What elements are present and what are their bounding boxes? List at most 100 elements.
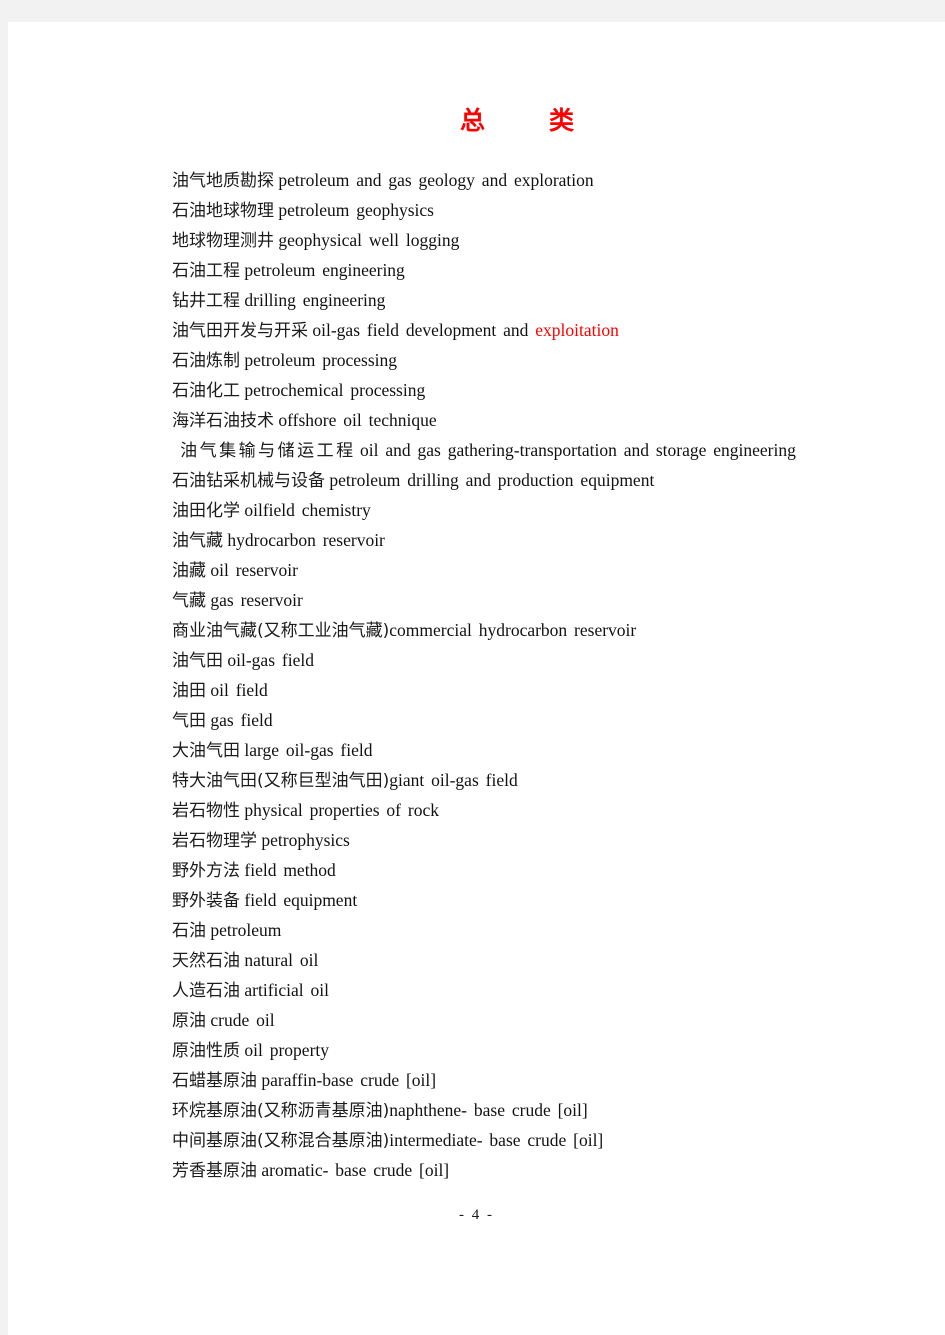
term-chinese: 油藏 <box>172 560 206 581</box>
glossary-entry: 野外装备 field equipment <box>172 886 804 916</box>
term-chinese: 地球物理测井 <box>172 230 274 251</box>
term-english: petroleum <box>210 919 282 940</box>
glossary-entry: 原油性质 oil property <box>172 1036 804 1066</box>
glossary-entry: 芳香基原油 aromatic- base crude [oil] <box>172 1156 804 1186</box>
glossary-entry: 原油 crude oil <box>172 1006 804 1036</box>
term-chinese: 野外装备 <box>172 890 240 911</box>
term-english-highlight: exploitation <box>535 319 619 340</box>
term-chinese: 钻井工程 <box>172 290 240 311</box>
term-english: oil property <box>244 1039 330 1060</box>
term-english: petroleum processing <box>244 349 398 370</box>
glossary-entry: 石油 petroleum <box>172 916 804 946</box>
term-english: hydrocarbon reservoir <box>227 529 385 550</box>
glossary-entry: 油藏 oil reservoir <box>172 556 804 586</box>
term-english: offshore oil technique <box>278 409 437 430</box>
term-english: oil-gas field <box>227 649 314 670</box>
glossary-entry: 油气田 oil-gas field <box>172 646 804 676</box>
glossary-entry: 中间基原油(又称混合基原油)intermediate- base crude [… <box>172 1126 804 1156</box>
page-title-right: 类 <box>549 108 577 135</box>
term-chinese: 石油地球物理 <box>172 200 274 221</box>
term-chinese: 油气田 <box>172 650 223 671</box>
term-chinese: 岩石物性 <box>172 800 240 821</box>
term-chinese: 商业油气藏(又称工业油气藏) <box>172 620 390 641</box>
term-english: natural oil <box>244 949 319 970</box>
term-chinese: 环烷基原油(又称沥青基原油) <box>172 1100 390 1121</box>
glossary-entry: 岩石物性 physical properties of rock <box>172 796 804 826</box>
term-english: oilfield chemistry <box>244 499 371 520</box>
glossary-entry: 石油地球物理 petroleum geophysics <box>172 196 804 226</box>
term-english: paraffin-base crude [oil] <box>261 1069 437 1090</box>
term-chinese: 原油 <box>172 1010 206 1031</box>
term-english: giant oil-gas field <box>389 769 518 790</box>
term-english: physical properties of rock <box>244 799 439 820</box>
glossary-entry: 油田 oil field <box>172 676 804 706</box>
term-chinese: 气田 <box>172 710 206 731</box>
term-english: petroleum engineering <box>244 259 405 280</box>
term-english: gas field <box>210 709 273 730</box>
term-chinese: 石油工程 <box>172 260 240 281</box>
term-english: field equipment <box>244 889 358 910</box>
term-chinese: 油气田开发与开采 <box>172 320 308 341</box>
glossary-entry: 野外方法 field method <box>172 856 804 886</box>
term-english: petroleum geophysics <box>278 199 434 220</box>
page-title: 总类 <box>172 108 804 136</box>
glossary-list: 油气地质勘探 petroleum and gas geology and exp… <box>172 166 804 1186</box>
term-chinese: 气藏 <box>172 590 206 611</box>
page-footer: - 4 - <box>459 1207 494 1223</box>
term-english: aromatic- base crude [oil] <box>261 1159 450 1180</box>
glossary-entry: 油气田开发与开采 oil-gas field development and e… <box>172 316 804 346</box>
glossary-entry: 天然石油 natural oil <box>172 946 804 976</box>
term-english: petrophysics <box>261 829 350 850</box>
term-english: naphthene- base crude [oil] <box>389 1099 588 1120</box>
term-english: commercial hydrocarbon reservoir <box>389 619 637 640</box>
term-english: field method <box>244 859 336 880</box>
term-chinese: 中间基原油(又称混合基原油) <box>172 1130 390 1151</box>
term-english: large oil-gas field <box>244 739 373 760</box>
glossary-entry: 油气藏 hydrocarbon reservoir <box>172 526 804 556</box>
glossary-entry: 石油钻采机械与设备 petroleum drilling and product… <box>172 466 804 496</box>
glossary-entry: 气田 gas field <box>172 706 804 736</box>
term-chinese: 石油炼制 <box>172 350 240 371</box>
glossary-entry: 特大油气田(又称巨型油气田)giant oil-gas field <box>172 766 804 796</box>
glossary-entry: 环烷基原油(又称沥青基原油)naphthene- base crude [oil… <box>172 1096 804 1126</box>
term-chinese: 岩石物理学 <box>172 830 257 851</box>
term-chinese: 石蜡基原油 <box>172 1070 257 1091</box>
glossary-entry: 油气集输与储运工程 oil and gas gathering-transpor… <box>172 436 804 466</box>
term-english: artificial oil <box>244 979 329 1000</box>
glossary-entry: 海洋石油技术 offshore oil technique <box>172 406 804 436</box>
glossary-entry: 石油化工 petrochemical processing <box>172 376 804 406</box>
page-title-left: 总 <box>459 108 487 135</box>
glossary-entry: 石油炼制 petroleum processing <box>172 346 804 376</box>
term-english: oil and gas gathering-transportation and… <box>360 439 796 460</box>
term-chinese: 石油钻采机械与设备 <box>172 470 325 491</box>
term-english: oil field <box>210 679 268 700</box>
glossary-entry: 石蜡基原油 paraffin-base crude [oil] <box>172 1066 804 1096</box>
term-chinese: 原油性质 <box>172 1040 240 1061</box>
term-chinese: 油气集输与储运工程 <box>180 440 356 461</box>
glossary-entry: 石油工程 petroleum engineering <box>172 256 804 286</box>
term-english: gas reservoir <box>210 589 303 610</box>
term-english: oil-gas field development and <box>312 319 536 340</box>
term-chinese: 大油气田 <box>172 740 240 761</box>
page-sheet: 总类 油气地质勘探 petroleum and gas geology and … <box>8 22 945 1335</box>
term-chinese: 油气藏 <box>172 530 223 551</box>
term-chinese: 野外方法 <box>172 860 240 881</box>
glossary-entry: 人造石油 artificial oil <box>172 976 804 1006</box>
glossary-entry: 气藏 gas reservoir <box>172 586 804 616</box>
term-english: petroleum drilling and production equipm… <box>329 469 655 490</box>
glossary-entry: 商业油气藏(又称工业油气藏)commercial hydrocarbon res… <box>172 616 804 646</box>
term-chinese: 石油 <box>172 920 206 941</box>
term-chinese: 芳香基原油 <box>172 1160 257 1181</box>
glossary-entry: 油气地质勘探 petroleum and gas geology and exp… <box>172 166 804 196</box>
term-chinese: 石油化工 <box>172 380 240 401</box>
glossary-entry: 大油气田 large oil-gas field <box>172 736 804 766</box>
term-chinese: 油气地质勘探 <box>172 170 274 191</box>
glossary-entry: 地球物理测井 geophysical well logging <box>172 226 804 256</box>
term-chinese: 油田 <box>172 680 206 701</box>
term-english: intermediate- base crude [oil] <box>389 1129 604 1150</box>
term-chinese: 人造石油 <box>172 980 240 1001</box>
term-english: oil reservoir <box>210 559 298 580</box>
term-english: drilling engineering <box>244 289 386 310</box>
term-english: petroleum and gas geology and exploratio… <box>278 169 594 190</box>
term-chinese: 海洋石油技术 <box>172 410 274 431</box>
